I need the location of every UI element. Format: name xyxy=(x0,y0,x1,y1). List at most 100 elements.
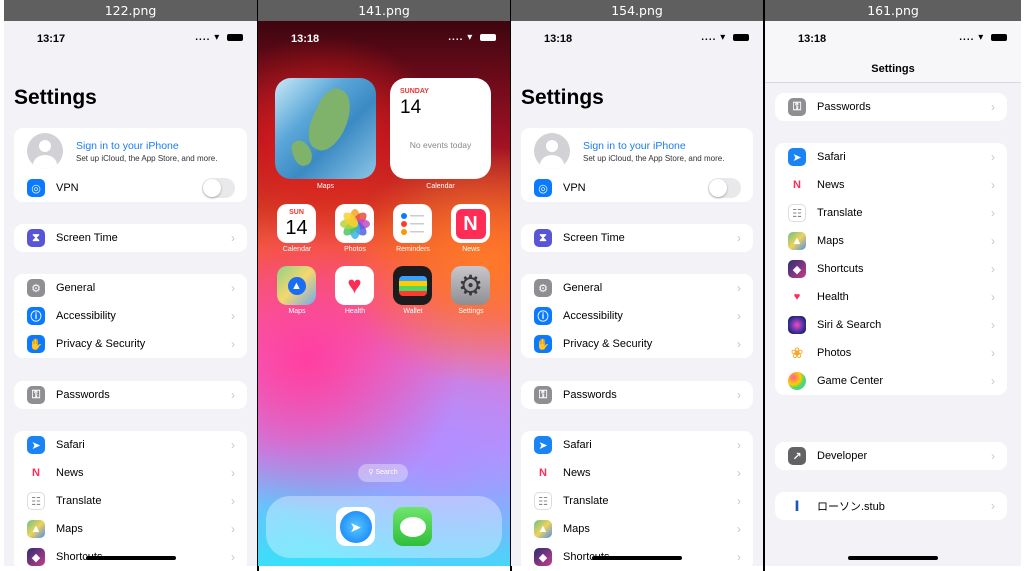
wallet-app[interactable] xyxy=(393,266,432,305)
safari-label: Safari xyxy=(563,439,592,451)
home-screen: 13:18 .... ▾ Maps SUNDAY 14 No events to… xyxy=(258,21,510,566)
signal-icon: .... xyxy=(448,32,464,43)
chevron-right-icon: › xyxy=(231,309,235,323)
privacy-row[interactable]: ✋ Privacy & Security › xyxy=(521,330,753,358)
privacy-label: Privacy & Security xyxy=(56,338,146,350)
shortcuts-row[interactable]: ◆ Shortcuts › xyxy=(775,255,1007,283)
shortcuts-row[interactable]: ◆ Shortcuts › xyxy=(14,543,247,566)
calendar-widget[interactable]: SUNDAY 14 No events today xyxy=(390,78,491,179)
sign-in-row[interactable]: Sign in to your iPhone Set up iCloud, th… xyxy=(521,128,753,174)
messages-app[interactable] xyxy=(393,507,432,546)
passwords-row[interactable]: ⚿ Passwords › xyxy=(521,381,753,409)
maps-icon: ▲ xyxy=(287,276,306,295)
chevron-right-icon: › xyxy=(991,449,995,463)
siri-row[interactable]: Siri & Search › xyxy=(775,311,1007,339)
status-bar: 13:18 .... ▾ xyxy=(258,21,510,57)
sign-in-row[interactable]: Sign in to your iPhone Set up iCloud, th… xyxy=(14,128,247,174)
photos-label: Photos xyxy=(817,347,852,359)
news-row[interactable]: N News › xyxy=(775,171,1007,199)
news-app[interactable]: N xyxy=(451,204,490,243)
developer-row[interactable]: ↗ Developer › xyxy=(775,442,1007,470)
settings-app[interactable]: ⚙ xyxy=(451,266,490,305)
maps-widget[interactable] xyxy=(275,78,376,179)
news-row[interactable]: N News › xyxy=(14,459,247,487)
vpn-toggle[interactable] xyxy=(708,178,741,198)
privacy-row[interactable]: ✋ Privacy & Security › xyxy=(14,330,247,358)
search-pill[interactable]: ⚲ Search xyxy=(358,464,408,482)
accessibility-row[interactable]: ⓘ Accessibility › xyxy=(521,302,753,330)
vpn-toggle[interactable] xyxy=(202,178,235,198)
photos-app[interactable] xyxy=(335,204,374,243)
lawson-label: ローソン.stub xyxy=(817,501,885,513)
reminders-app[interactable] xyxy=(393,204,432,243)
accessibility-label: Accessibility xyxy=(56,310,116,322)
home-indicator[interactable] xyxy=(85,556,176,560)
sign-in-subtitle: Set up iCloud, the App Store, and more. xyxy=(583,153,725,163)
chevron-right-icon: › xyxy=(231,522,235,536)
translate-row[interactable]: ☷ Translate › xyxy=(14,487,247,515)
general-row[interactable]: ⚙ General › xyxy=(14,274,247,302)
app-label: News xyxy=(462,246,480,253)
signal-icon: .... xyxy=(195,32,211,43)
chevron-right-icon: › xyxy=(737,466,741,480)
maps-row[interactable]: ▲ Maps › xyxy=(521,515,753,543)
app-label: Reminders xyxy=(396,246,430,253)
file-name: 161.png xyxy=(765,0,1021,21)
screenshot-panel-4: 161.png 13:18 .... ▾ Settings ⚿ Password… xyxy=(765,0,1021,571)
wifi-icon: ▾ xyxy=(214,32,221,43)
accessibility-row[interactable]: ⓘ Accessibility › xyxy=(14,302,247,330)
passwords-label: Passwords xyxy=(563,389,617,401)
game-center-row[interactable]: Game Center › xyxy=(775,367,1007,395)
developer-group: ↗ Developer › xyxy=(775,442,1007,470)
general-row[interactable]: ⚙ General › xyxy=(521,274,753,302)
status-bar: 13:18 .... ▾ xyxy=(765,21,1021,57)
lawson-row[interactable]: Ⅰ ローソン.stub › xyxy=(775,492,1007,520)
maps-row[interactable]: ▲ Maps › xyxy=(14,515,247,543)
translate-row[interactable]: ☷ Translate › xyxy=(775,199,1007,227)
wifi-icon: ▾ xyxy=(720,32,727,43)
screenshot-panel-2: 141.png 13:18 .... ▾ Maps SUNDAY 14 No e… xyxy=(258,0,510,571)
signal-icon: .... xyxy=(701,32,717,43)
safari-row[interactable]: ➤ Safari › xyxy=(775,143,1007,171)
screen-time-row[interactable]: ⧗ Screen Time › xyxy=(14,224,247,252)
app-label: Settings xyxy=(458,308,484,315)
general-label: General xyxy=(56,282,96,294)
signal-icon: .... xyxy=(959,32,975,43)
health-app[interactable]: ♥ xyxy=(335,266,374,305)
screen-time-row[interactable]: ⧗ Screen Time › xyxy=(521,224,753,252)
safari-row[interactable]: ➤ Safari › xyxy=(14,431,247,459)
health-row[interactable]: ♥ Health › xyxy=(775,283,1007,311)
photos-row[interactable]: ❀ Photos › xyxy=(775,339,1007,367)
home-indicator[interactable] xyxy=(592,556,682,560)
shortcuts-icon: ◆ xyxy=(534,548,552,566)
safari-label: Safari xyxy=(56,439,85,451)
calendar-app[interactable]: SUN 14 xyxy=(277,204,316,243)
news-row[interactable]: N News › xyxy=(521,459,753,487)
status-bar: 13:17 .... ▾ xyxy=(4,21,257,57)
maps-app[interactable]: ▲ xyxy=(277,266,316,305)
home-indicator[interactable] xyxy=(848,556,938,560)
chevron-right-icon: › xyxy=(991,150,995,164)
wallet-icon xyxy=(398,275,427,296)
chevron-right-icon: › xyxy=(231,281,235,295)
key-icon: ⚿ xyxy=(534,386,552,404)
safari-row[interactable]: ➤ Safari › xyxy=(521,431,753,459)
passwords-row[interactable]: ⚿ Passwords › xyxy=(14,381,247,409)
maps-row[interactable]: ▲ Maps › xyxy=(775,227,1007,255)
calendar-events: No events today xyxy=(409,140,472,150)
health-label: Health xyxy=(817,291,849,303)
shortcuts-row[interactable]: ◆ Shortcuts › xyxy=(521,543,753,566)
hammer-icon: ↗ xyxy=(788,447,806,465)
developer-label: Developer xyxy=(817,450,868,462)
chevron-right-icon: › xyxy=(991,100,995,114)
siri-icon xyxy=(788,316,806,334)
passwords-row[interactable]: ⚿ Passwords › xyxy=(775,93,1007,121)
maps-label: Maps xyxy=(56,523,83,535)
safari-app[interactable]: ➤ xyxy=(336,507,375,546)
maps-icon: ▲ xyxy=(534,520,552,538)
screen-time-label: Screen Time xyxy=(56,232,118,244)
compass-icon: ➤ xyxy=(339,510,372,543)
calendar-date: 14 xyxy=(400,97,422,118)
battery-icon xyxy=(991,33,1007,41)
translate-row[interactable]: ☷ Translate › xyxy=(521,487,753,515)
